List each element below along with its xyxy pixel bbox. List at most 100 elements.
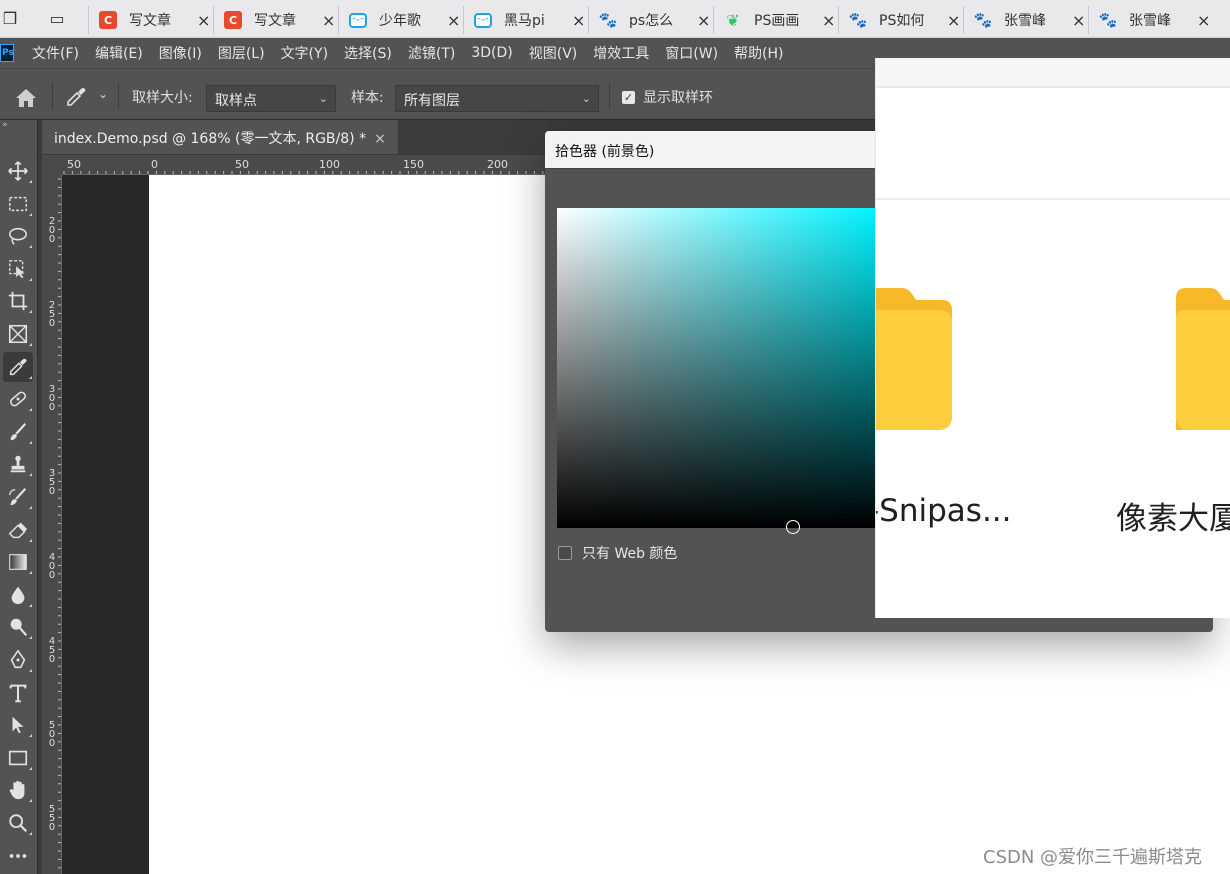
close-icon[interactable]: × [572,11,585,30]
show-ring-checkbox[interactable]: ✓ [622,91,635,104]
ruler-origin[interactable] [42,155,62,175]
folder-label[interactable]: -Snipas... [876,493,1012,529]
browser-tab-label: ps怎么 [629,13,674,29]
brush-tool-button[interactable] [3,417,33,447]
browser-tab[interactable]: 🐾 张雪峰 × [963,6,1085,34]
browser-tab-label: 黑马pi [504,13,545,29]
menu-file[interactable]: 文件(F) [32,43,79,63]
document-tab-bar: index.Demo.psd @ 168% (零一文本, RGB/8) * × [38,120,548,154]
gradient-tool-button[interactable] [3,547,33,577]
close-icon[interactable]: × [822,11,835,30]
ruler-label: 350 [48,468,56,497]
document-tab[interactable]: index.Demo.psd @ 168% (零一文本, RGB/8) * × [42,120,398,154]
menu-type[interactable]: 文字(Y) [281,43,328,63]
healing-tool-button[interactable] [3,384,33,414]
browser-tab[interactable]: ᵔᵕᵔ 黑马pi × [463,6,585,34]
close-icon[interactable]: × [374,131,386,147]
preset-chevron-down-icon[interactable]: ⌄ [98,87,108,101]
close-icon[interactable]: × [947,11,960,30]
workspaces-icon[interactable]: ❒ [0,9,20,29]
dodge-tool-icon [10,619,28,637]
browser-tab-label: 少年歌 [379,13,421,29]
flyout-indicator [29,277,32,281]
menu-3d[interactable]: 3D(D) [471,45,512,61]
eraser-tool-button[interactable] [3,515,33,545]
close-icon[interactable]: × [197,11,210,30]
eyedropper-preset-icon[interactable] [64,85,88,109]
history-brush-tool-button[interactable] [3,482,33,512]
browser-tab[interactable]: 🐾 PS如何 × [838,6,960,34]
browser-tab[interactable]: C 写文章 × [213,6,335,34]
type-tool-button[interactable] [3,678,33,708]
move-tool-button[interactable] [3,156,33,186]
menu-select[interactable]: 选择(S) [344,43,392,63]
web-colors-only-checkbox[interactable] [558,546,572,560]
close-icon[interactable]: × [322,11,335,30]
document-title: index.Demo.psd @ 168% (零一文本, RGB/8) * [54,131,367,147]
ruler-label: 200 [48,216,56,245]
object-select-tool-button[interactable] [3,254,33,284]
flyout-indicator [29,734,32,738]
frame-tool-button[interactable] [3,319,33,349]
flyout-indicator [29,180,32,183]
menu-plugins[interactable]: 增效工具 [593,43,649,63]
more-tools-button[interactable] [3,841,33,871]
show-ring-label: 显示取样环 [643,90,713,106]
menu-layer[interactable]: 图层(L) [218,43,265,63]
crop-tool-button[interactable] [3,286,33,316]
pen-tool-button[interactable] [3,645,33,675]
zoom-tool-button[interactable] [3,808,33,838]
close-icon[interactable]: × [1072,11,1085,30]
options-separator [609,82,610,110]
menu-edit[interactable]: 编辑(E) [95,43,143,63]
folder-label[interactable]: 像素大厦 [1116,493,1230,538]
horizontal-ruler[interactable]: 50 0 50 100 150 200 [62,155,548,175]
sample-size-label: 取样大小: [132,90,193,106]
marquee-tool-button[interactable] [3,189,33,219]
dodge-tool-button[interactable] [3,612,33,642]
path-select-tool-button[interactable] [3,710,33,740]
menu-filter[interactable]: 滤镜(T) [408,43,455,63]
sample-size-select[interactable]: 取样点 ⌄ [206,85,336,112]
panel-collapse-icon[interactable]: » [0,120,38,148]
blur-tool-button[interactable] [3,580,33,610]
browser-tab[interactable]: ᵔᵕᵔ 少年歌 × [338,6,460,34]
frame-tool-icon [8,324,28,344]
color-field[interactable] [557,208,877,534]
lasso-tool-button[interactable] [3,221,33,251]
eyedropper-tool-icon [9,358,27,375]
browser-tab[interactable]: 🐾 张雪峰 × [1088,6,1210,34]
stamp-tool-button[interactable] [3,449,33,479]
folder-icon[interactable] [1176,284,1230,434]
menu-help[interactable]: 帮助(H) [734,43,783,63]
sample-select[interactable]: 所有图层 ⌄ [395,85,599,112]
browser-tab[interactable]: C 写文章 × [88,6,210,34]
browser-tab-label: 张雪峰 [1129,13,1171,29]
hand-tool-button[interactable] [3,775,33,805]
close-icon[interactable]: × [1197,11,1210,30]
color-selection-cursor[interactable] [786,520,800,534]
ruler-label: 550 [48,804,56,833]
eyedropper-tool-button[interactable] [3,351,33,382]
menu-window[interactable]: 窗口(W) [665,43,718,63]
browser-tab[interactable]: 🐾 ps怎么 × [588,6,710,34]
bilibili-icon: ᵔᵕᵔ [349,12,367,28]
close-icon[interactable]: × [447,11,460,30]
baidu-icon: 🐾 [973,11,993,29]
baidu-icon: 🐾 [848,11,868,29]
browser-tab-label: PS如何 [879,13,925,29]
horizontal-ruler-ticks [63,171,544,174]
menu-image[interactable]: 图像(I) [159,43,202,63]
vertical-ruler[interactable]: 200 250 300 350 400 450 500 550 [42,175,62,874]
flyout-indicator [29,571,32,575]
browser-tab[interactable]: ❦ PS画画 × [713,6,835,34]
rectangle-tool-button[interactable] [3,743,33,773]
flyout-indicator [29,473,32,477]
tab-actions-icon[interactable]: ▭ [47,9,67,29]
ruler-label: 450 [48,636,56,665]
close-icon[interactable]: × [697,11,710,30]
move-tool-icon [8,161,28,181]
folder-icon[interactable] [876,284,956,434]
menu-view[interactable]: 视图(V) [529,43,578,63]
home-icon[interactable] [14,87,38,109]
